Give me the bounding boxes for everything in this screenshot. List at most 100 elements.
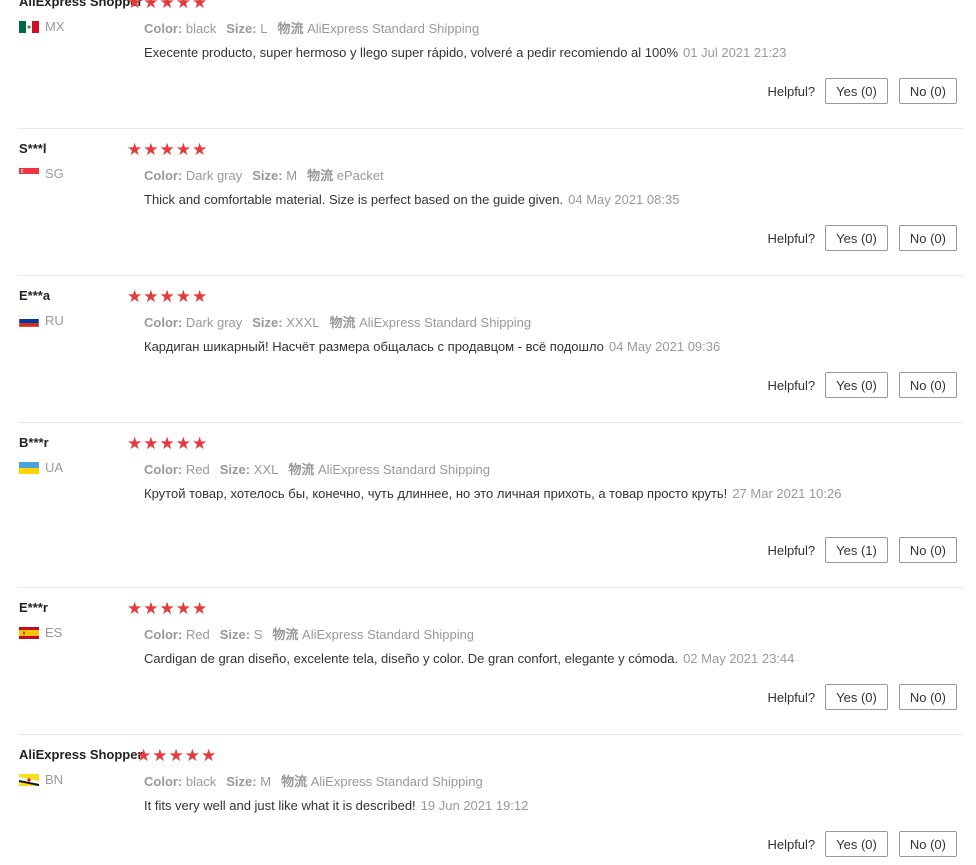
helpful-label: Helpful?	[767, 377, 816, 393]
helpful-no-button[interactable]: No (0)	[898, 78, 957, 104]
reviewer-country: MX	[19, 19, 65, 34]
country-code: UA	[45, 460, 64, 475]
size-info: Size: XXXL	[252, 315, 319, 330]
logistics-value: AliExpress Standard Shipping	[302, 627, 475, 642]
review-text: It fits very well and just like what it …	[144, 797, 864, 815]
helpful-controls: Helpful? Yes (0) No (0)	[767, 78, 957, 104]
size-value: M	[260, 774, 272, 789]
helpful-yes-button[interactable]: Yes (0)	[825, 831, 888, 857]
reviewer-name: E***a	[19, 288, 51, 303]
review-content: Крутой товар, хотелось бы, конечно, чуть…	[144, 486, 728, 501]
star-icon: ★	[201, 746, 217, 765]
helpful-label: Helpful?	[767, 836, 816, 852]
star-rating: ★ ★ ★ ★ ★	[127, 435, 208, 452]
review-date: 27 Mar 2021 10:26	[732, 486, 842, 501]
helpful-no-button[interactable]: No (0)	[898, 831, 957, 857]
review-text: Execente producto, super hermoso y llego…	[144, 44, 864, 62]
size-value: XXL	[253, 462, 279, 477]
logistics-label: 物流	[329, 315, 356, 330]
star-icon: ★	[143, 140, 159, 159]
star-rating: ★ ★ ★ ★ ★	[127, 141, 208, 158]
star-icon: ★	[192, 140, 208, 159]
size-info: Size: L	[226, 21, 267, 36]
star-icon: ★	[143, 434, 159, 453]
star-icon: ★	[184, 746, 200, 765]
country-code: MX	[45, 19, 65, 34]
color-value: black	[185, 774, 217, 789]
helpful-yes-button[interactable]: Yes (0)	[825, 225, 888, 251]
star-icon: ★	[175, 140, 191, 159]
color-label: Color:	[144, 627, 183, 642]
star-icon: ★	[159, 140, 175, 159]
ru-flag-icon	[19, 314, 39, 327]
reviewer-country: RU	[19, 313, 64, 328]
color-value: Dark gray	[185, 168, 243, 183]
logistics-info: 物流 AliExpress Standard Shipping	[277, 21, 479, 36]
helpful-controls: Helpful? Yes (0) No (0)	[767, 684, 957, 710]
size-value: XXXL	[286, 315, 320, 330]
logistics-value: AliExpress Standard Shipping	[307, 21, 480, 36]
color-label: Color:	[144, 315, 183, 330]
review-text: Крутой товар, хотелось бы, конечно, чуть…	[144, 485, 864, 503]
review-content: Execente producto, super hermoso y llego…	[144, 45, 679, 60]
size-info: Size: M	[226, 774, 271, 789]
country-code: BN	[45, 772, 64, 787]
color-value: Red	[185, 462, 210, 477]
review-content: Кардиган шикарный! Насчёт размера общала…	[144, 339, 604, 354]
helpful-no-button[interactable]: No (0)	[898, 684, 957, 710]
star-icon: ★	[127, 599, 143, 618]
logistics-value: AliExpress Standard Shipping	[359, 315, 532, 330]
review-divider	[18, 275, 964, 276]
review-divider	[18, 422, 964, 423]
size-value: S	[253, 627, 263, 642]
review-date: 04 May 2021 09:36	[608, 339, 721, 354]
sku-info: Color: black Size: L 物流 AliExpress Standar…	[144, 18, 489, 37]
es-flag-icon	[19, 626, 39, 639]
reviewer-country: BN	[19, 772, 63, 787]
helpful-no-button[interactable]: No (0)	[898, 537, 957, 563]
helpful-controls: Helpful? Yes (0) No (0)	[767, 831, 957, 857]
reviewer-name: AliExpress Shopper	[19, 0, 143, 9]
reviewer-country: ES	[19, 625, 62, 640]
star-icon: ★	[127, 140, 143, 159]
star-icon: ★	[175, 434, 191, 453]
country-code: SG	[45, 166, 64, 181]
size-label: Size:	[219, 462, 251, 477]
reviewer-name: E***r	[19, 600, 48, 615]
logistics-info: 物流 AliExpress Standard Shipping	[281, 774, 483, 789]
bn-flag-icon	[19, 773, 39, 786]
helpful-yes-button[interactable]: Yes (0)	[825, 372, 888, 398]
helpful-label: Helpful?	[767, 230, 816, 246]
helpful-yes-button[interactable]: Yes (0)	[825, 78, 888, 104]
sku-info: Color: Dark gray Size: M 物流 ePacket	[144, 165, 394, 184]
star-icon: ★	[159, 599, 175, 618]
sg-flag-icon	[19, 167, 39, 180]
helpful-no-button[interactable]: No (0)	[898, 372, 957, 398]
size-value: L	[260, 21, 268, 36]
star-rating: ★ ★ ★ ★ ★	[127, 0, 208, 11]
logistics-value: ePacket	[336, 168, 384, 183]
helpful-yes-button[interactable]: Yes (1)	[825, 537, 888, 563]
logistics-label: 物流	[272, 627, 299, 642]
color-info: Color: Dark gray	[144, 168, 242, 183]
review-divider	[18, 734, 964, 735]
logistics-label: 物流	[288, 462, 315, 477]
review-date: 04 May 2021 08:35	[568, 192, 680, 207]
helpful-label: Helpful?	[767, 83, 816, 99]
review-date: 01 Jul 2021 21:23	[683, 45, 787, 60]
reviewer-name: AliExpress Shopper	[19, 747, 143, 762]
review-text: Кардиган шикарный! Насчёт размера общала…	[144, 338, 864, 356]
star-icon: ★	[159, 434, 175, 453]
mx-flag-icon	[19, 20, 39, 33]
star-icon: ★	[192, 287, 208, 306]
helpful-yes-button[interactable]: Yes (0)	[825, 684, 888, 710]
helpful-controls: Helpful? Yes (0) No (0)	[767, 225, 957, 251]
color-label: Color:	[144, 462, 183, 477]
sku-info: Color: Red Size: XXL 物流 AliExpress Standar…	[144, 459, 500, 478]
color-info: Color: Red	[144, 627, 210, 642]
size-label: Size:	[252, 168, 283, 183]
helpful-no-button[interactable]: No (0)	[898, 225, 957, 251]
color-info: Color: Dark gray	[144, 315, 242, 330]
color-value: Red	[185, 627, 210, 642]
star-icon: ★	[159, 287, 175, 306]
